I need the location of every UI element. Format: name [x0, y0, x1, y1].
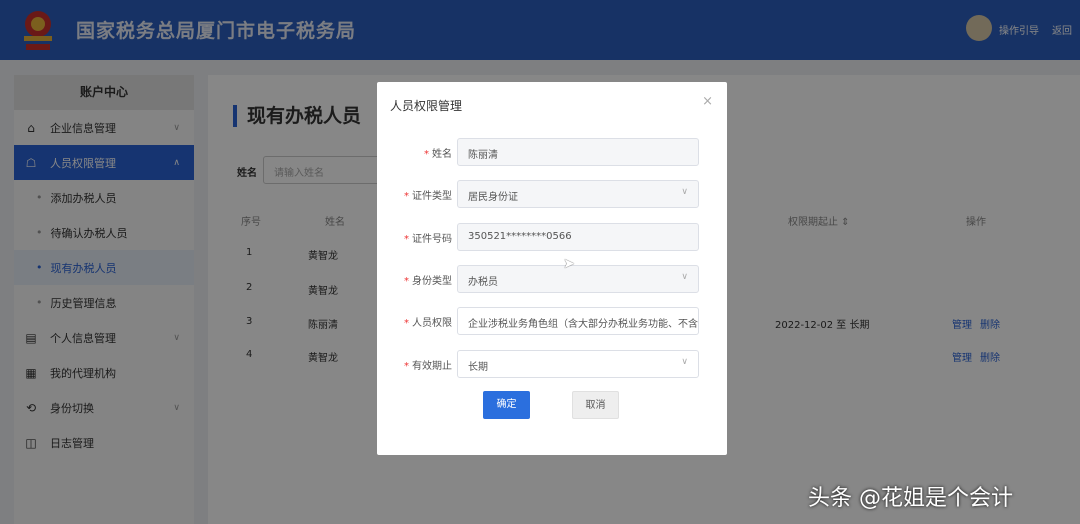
permission-dialog: 人员权限管理 × * 姓名 陈丽清 * 证件类型 居民身份证 ∨ * 证件号码 350521*…	[377, 82, 727, 455]
mouse-cursor-icon: ➤	[563, 256, 575, 272]
field-label: 人员权限	[412, 318, 452, 329]
confirm-button[interactable]: 确定	[483, 391, 530, 419]
select-value: 居民身份证	[468, 192, 518, 203]
dialog-title: 人员权限管理	[390, 99, 463, 113]
close-icon[interactable]: ×	[702, 94, 713, 109]
field-label: 有效期止	[412, 361, 452, 372]
chevron-down-icon: ∨	[681, 187, 688, 197]
name-field[interactable]: 陈丽清	[457, 138, 699, 166]
select-value: 办税员	[468, 277, 498, 288]
permission-field[interactable]: 企业涉税业务角色组（含大部分办税业务功能、不含	[457, 307, 699, 335]
chevron-down-icon: ∨	[681, 357, 688, 367]
cancel-button[interactable]: 取消	[572, 391, 619, 419]
select-value: 长期	[468, 362, 488, 373]
field-label: 姓名	[432, 149, 452, 160]
chevron-down-icon: ∨	[681, 272, 688, 282]
valid-until-select[interactable]: 长期 ∨	[457, 350, 699, 378]
id-number-field[interactable]: 350521********0566	[457, 223, 699, 251]
identity-type-select[interactable]: 办税员 ∨	[457, 265, 699, 293]
id-type-select[interactable]: 居民身份证 ∨	[457, 180, 699, 208]
field-label: 证件类型	[412, 191, 452, 202]
watermark: 头条 @花姐是个会计	[808, 486, 1013, 511]
field-label: 证件号码	[412, 234, 452, 245]
field-label: 身份类型	[412, 276, 452, 287]
